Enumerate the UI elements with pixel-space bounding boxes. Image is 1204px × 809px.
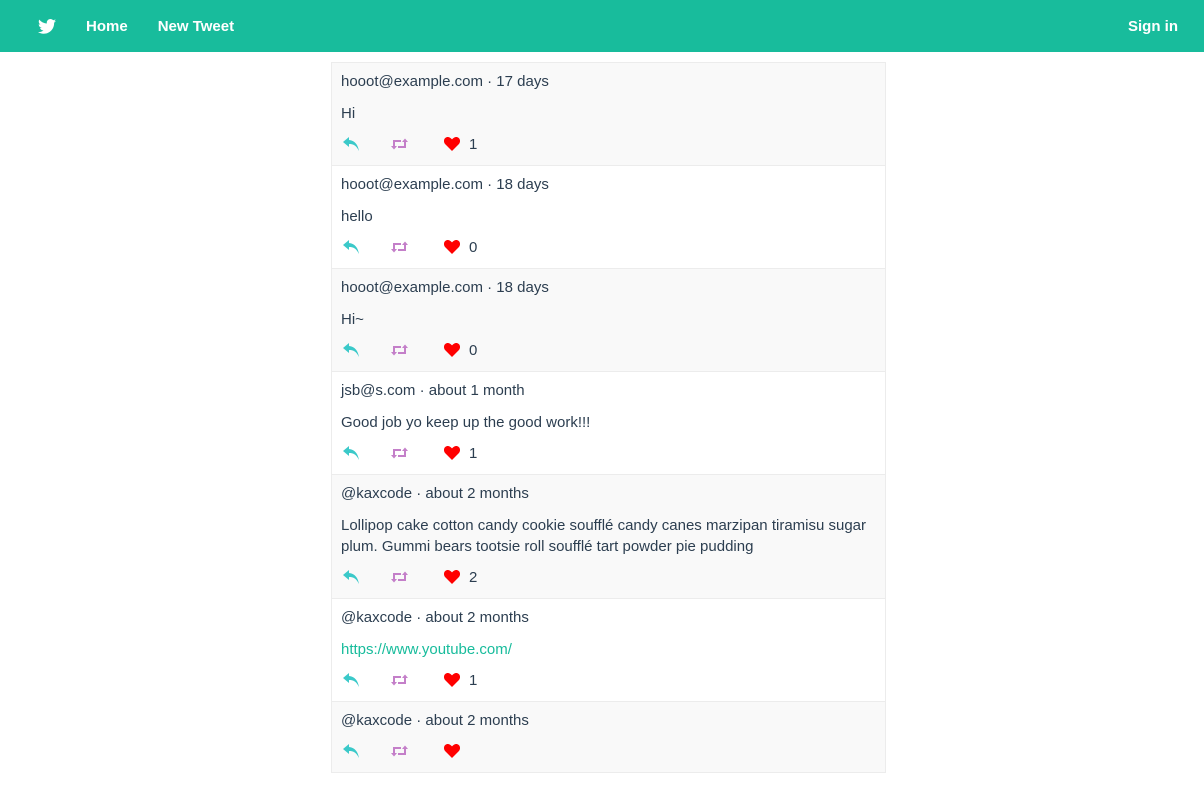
like-count: 0	[469, 238, 478, 256]
retweet-icon[interactable]	[391, 446, 411, 460]
heart-icon[interactable]	[444, 342, 462, 358]
heart-icon[interactable]	[444, 136, 462, 152]
heart-icon[interactable]	[444, 743, 462, 759]
tweet-item: hooot@example.com · 18 days hello 0	[332, 166, 885, 269]
tweet-item: hooot@example.com · 18 days Hi~ 0	[332, 269, 885, 372]
tweet-text: Hi	[341, 105, 356, 122]
tweet-text: Good job yo keep up the good work!!!	[341, 414, 591, 431]
like-count: 1	[469, 671, 478, 689]
tweet-text: Lollipop cake cotton candy cookie souffl…	[341, 517, 867, 555]
heart-icon[interactable]	[444, 239, 462, 255]
nav-sign-in-link[interactable]: Sign in	[1128, 18, 1178, 35]
tweet-meta: @kaxcode · about 2 months	[341, 712, 529, 729]
retweet-icon[interactable]	[391, 343, 411, 357]
nav-home-link[interactable]: Home	[86, 18, 128, 35]
reply-icon[interactable]	[343, 136, 361, 152]
heart-icon[interactable]	[444, 672, 462, 688]
tweet-text: hello	[341, 208, 373, 225]
reply-icon[interactable]	[343, 445, 361, 461]
tweet-item: @kaxcode · about 2 months https://www.you…	[332, 599, 885, 702]
tweet-item: @kaxcode · about 2 months Lollipop cake c…	[332, 475, 885, 599]
tweet-text: Hi~	[341, 311, 364, 328]
tweet-actions: 1	[341, 135, 876, 153]
tweet-link[interactable]: https://www.youtube.com/	[341, 639, 876, 660]
tweet-item: hooot@example.com · 17 days Hi 1	[332, 63, 885, 166]
tweet-meta: @kaxcode · about 2 months	[341, 609, 529, 626]
like-count: 1	[469, 135, 478, 153]
like-count: 2	[469, 568, 478, 586]
reply-icon[interactable]	[343, 569, 361, 585]
tweet-meta: hooot@example.com · 18 days	[341, 279, 549, 296]
retweet-icon[interactable]	[391, 673, 411, 687]
twitter-bird-icon[interactable]	[38, 18, 56, 34]
tweet-actions: 1	[341, 671, 876, 689]
reply-icon[interactable]	[343, 743, 361, 759]
like-count: 0	[469, 341, 478, 359]
tweet-meta: hooot@example.com · 17 days	[341, 73, 549, 90]
tweet-actions: 0	[341, 238, 876, 256]
tweet-feed: hooot@example.com · 17 days Hi 1 hooot@exam…	[331, 62, 886, 773]
tweet-meta: @kaxcode · about 2 months	[341, 485, 529, 502]
tweet-item: @kaxcode · about 2 months	[332, 702, 885, 773]
heart-icon[interactable]	[444, 445, 462, 461]
nav-new-tweet-link[interactable]: New Tweet	[158, 18, 234, 35]
tweet-actions: 2	[341, 568, 876, 586]
tweet-item: jsb@s.com · about 1 month Good job yo kee…	[332, 372, 885, 475]
retweet-icon[interactable]	[391, 570, 411, 584]
tweet-meta: jsb@s.com · about 1 month	[341, 382, 525, 399]
heart-icon[interactable]	[444, 569, 462, 585]
retweet-icon[interactable]	[391, 744, 411, 758]
tweet-actions: 0	[341, 341, 876, 359]
retweet-icon[interactable]	[391, 240, 411, 254]
like-count: 1	[469, 444, 478, 462]
reply-icon[interactable]	[343, 239, 361, 255]
retweet-icon[interactable]	[391, 137, 411, 151]
tweet-actions	[341, 742, 876, 760]
reply-icon[interactable]	[343, 342, 361, 358]
top-navbar: Home New Tweet Sign in	[0, 0, 1204, 52]
tweet-meta: hooot@example.com · 18 days	[341, 176, 549, 193]
reply-icon[interactable]	[343, 672, 361, 688]
tweet-actions: 1	[341, 444, 876, 462]
